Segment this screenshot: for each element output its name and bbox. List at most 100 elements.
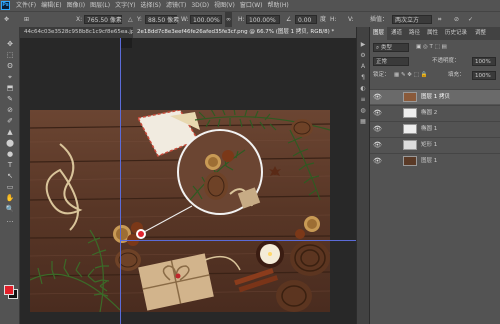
document-tabs: 44c64c03e3528c958b8c1c9cf8e65ea.jpg 2e18… xyxy=(20,27,364,38)
maintain-aspect-icon[interactable]: ∞ xyxy=(225,12,232,27)
play-icon[interactable]: ▶ xyxy=(357,39,369,50)
stamp-tool-icon[interactable]: ▲ xyxy=(0,127,20,138)
layer-row[interactable]: 👁 矩形 1 xyxy=(370,137,500,152)
tab-history[interactable]: 历史记录 xyxy=(442,27,470,40)
y-position-field[interactable]: 88.50 像素 xyxy=(145,15,179,24)
menu-3d[interactable]: 3D(D) xyxy=(191,0,209,11)
tab-label: 2e18dd7c8e3eef46fe26afed35fe3cf.png @ 66… xyxy=(137,29,335,35)
visibility-eye-icon[interactable]: 👁 xyxy=(373,122,382,137)
opacity-field[interactable]: 100% xyxy=(472,57,496,66)
menu-view[interactable]: 视图(V) xyxy=(214,0,235,11)
tab-channels[interactable]: 通道 xyxy=(388,27,405,40)
layer-row[interactable]: 👁 图层 1 拷贝 xyxy=(370,89,500,104)
tab-adjustments[interactable]: 调整 xyxy=(472,27,489,40)
visibility-eye-icon[interactable]: 👁 xyxy=(373,106,382,121)
settings-icon[interactable]: ⚙ xyxy=(357,50,369,61)
width-field[interactable]: 100.00% xyxy=(190,15,222,24)
layer-name: 图层 1 xyxy=(421,158,438,164)
angle-icon: ∠ xyxy=(286,16,292,23)
layer-thumbnail xyxy=(403,92,417,102)
paragraph-icon[interactable]: ¶ xyxy=(357,72,369,83)
menu-edit[interactable]: 编辑(E) xyxy=(41,0,61,11)
h-label: H: xyxy=(238,16,245,23)
menu-file[interactable]: 文件(F) xyxy=(16,0,36,11)
layer-row[interactable]: 👁 椭圆 1 xyxy=(370,121,500,136)
side-panel-strip: ▶ ⚙ A ¶ ◐ ≡ ◍ ▦ xyxy=(356,27,370,324)
x-label: X: xyxy=(76,16,83,23)
degree-unit: 度 xyxy=(320,16,327,23)
menu-layer[interactable]: 图层(L) xyxy=(90,0,110,11)
panel-tabs: 图层 通道 路径 属性 历史记录 调整 xyxy=(370,27,500,40)
y-label: Y: xyxy=(137,16,142,23)
skew-h-label: H: xyxy=(330,16,337,23)
crop-tool-icon[interactable]: ⬒ xyxy=(0,83,20,94)
type-tool-icon[interactable]: T xyxy=(0,160,20,171)
lock-row: 锁定： ▦ ✎ ✥ ⬚ 🔒 填充： 100% xyxy=(370,69,500,82)
visibility-eye-icon[interactable]: 👁 xyxy=(373,138,382,153)
marquee-tool-icon[interactable]: ⬚ xyxy=(0,50,20,61)
vertical-guide[interactable] xyxy=(120,38,121,324)
path-select-tool-icon[interactable]: ↖ xyxy=(0,171,20,182)
lasso-tool-icon[interactable]: ʘ xyxy=(0,61,20,72)
search-icon: ⌕ xyxy=(376,45,380,51)
move-tool-icon[interactable]: ✥ xyxy=(4,12,9,27)
layer-name: 图层 1 拷贝 xyxy=(421,94,450,100)
filter-type-label: 类型 xyxy=(380,45,392,51)
tab-document-2[interactable]: 2e18dd7c8e3eef46fe26afed35fe3cf.png @ 66… xyxy=(133,27,364,38)
lock-icons[interactable]: ▦ ✎ ✥ ⬚ 🔒 xyxy=(394,69,427,82)
tab-paths[interactable]: 路径 xyxy=(406,27,423,40)
menu-filter[interactable]: 滤镜(T) xyxy=(166,0,186,11)
healing-tool-icon[interactable]: ⊘ xyxy=(0,105,20,116)
reference-point-icon[interactable]: ⊞ xyxy=(24,12,29,27)
layer-name: 椭圆 1 xyxy=(421,126,438,132)
guide-marker xyxy=(120,38,132,48)
hand-tool-icon[interactable]: ✋ xyxy=(0,193,20,204)
zoom-tool-icon[interactable]: 🔍 xyxy=(0,204,20,215)
interpolation-select[interactable]: 两次立方 xyxy=(392,15,432,24)
layer-thumbnail xyxy=(403,108,417,118)
quick-select-tool-icon[interactable]: ⌖ xyxy=(0,72,20,83)
tab-document-1[interactable]: 44c64c03e3528c958b8c1c9cf8e65ea.jpg xyxy=(20,27,140,38)
filter-icons[interactable]: ▣ ◎ T ⬚ ▤ xyxy=(416,41,447,54)
cancel-transform-icon[interactable]: ⊘ xyxy=(454,12,459,27)
adjustments-icon[interactable]: ◐ xyxy=(357,83,369,94)
swatches-icon[interactable]: ◍ xyxy=(357,105,369,116)
warp-icon[interactable]: ⌗ xyxy=(438,12,441,27)
fill-field[interactable]: 100% xyxy=(472,71,496,80)
layer-filter-select[interactable]: ⌕ 类型 xyxy=(373,43,409,52)
history-brush-icon[interactable]: ⬤ xyxy=(0,138,20,149)
foreground-color-swatch[interactable] xyxy=(4,285,14,295)
character-icon[interactable]: A xyxy=(357,61,369,72)
rotate-field[interactable]: 0.00 xyxy=(295,15,317,24)
layer-row[interactable]: 👁 椭圆 2 xyxy=(370,105,500,120)
w-label: W: xyxy=(181,16,189,23)
properties-icon[interactable]: ≡ xyxy=(357,94,369,105)
skew-v-label: V: xyxy=(348,16,354,23)
visibility-eye-icon[interactable]: 👁 xyxy=(373,154,382,169)
tab-properties[interactable]: 属性 xyxy=(424,27,441,40)
move-tool-icon[interactable]: ✥ xyxy=(0,39,20,50)
eyedropper-tool-icon[interactable]: ✎ xyxy=(0,94,20,105)
horizontal-guide[interactable] xyxy=(120,240,356,241)
eraser-tool-icon[interactable]: ● xyxy=(0,149,20,160)
menu-image[interactable]: 图像(I) xyxy=(67,0,85,11)
libraries-icon[interactable]: ▦ xyxy=(357,116,369,127)
x-position-field[interactable]: 765.50 像素 xyxy=(84,15,122,24)
menu-type[interactable]: 文字(Y) xyxy=(115,0,135,11)
lock-label: 锁定： xyxy=(373,72,390,78)
link-icon[interactable]: △ xyxy=(128,12,133,27)
brush-tool-icon[interactable]: ✐ xyxy=(0,116,20,127)
menu-window[interactable]: 窗口(W) xyxy=(240,0,263,11)
visibility-eye-icon[interactable]: 👁 xyxy=(373,90,382,105)
commit-transform-icon[interactable]: ✓ xyxy=(468,12,473,27)
tab-layers[interactable]: 图层 xyxy=(370,27,388,40)
height-field[interactable]: 100.00% xyxy=(246,15,280,24)
more-tools-icon[interactable]: … xyxy=(0,215,20,226)
blend-mode-select[interactable]: 正常 xyxy=(373,57,409,66)
menu-help[interactable]: 帮助(H) xyxy=(268,0,289,11)
document-canvas[interactable] xyxy=(30,110,330,312)
rectangle-tool-icon[interactable]: ▭ xyxy=(0,182,20,193)
options-bar: ✥ ⊞ X: 765.50 像素 △ Y: 88.50 像素 W: 100.00… xyxy=(0,11,500,27)
menu-select[interactable]: 选择(S) xyxy=(140,0,161,11)
layer-row[interactable]: 👁 图层 1 xyxy=(370,153,500,168)
